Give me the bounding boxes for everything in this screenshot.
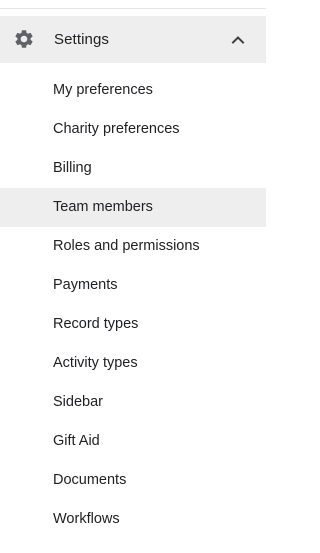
menu-item-billing[interactable]: Billing xyxy=(0,149,266,188)
chevron-up-icon[interactable] xyxy=(230,32,246,48)
menu-item-team-members[interactable]: Team members xyxy=(0,188,266,227)
menu-item-my-preferences[interactable]: My preferences xyxy=(0,71,266,110)
menu-item-record-types[interactable]: Record types xyxy=(0,305,266,344)
menu-item-workflows[interactable]: Workflows xyxy=(0,500,266,539)
gear-icon xyxy=(13,28,35,50)
section-title: Settings xyxy=(54,31,109,48)
menu-item-gift-aid[interactable]: Gift Aid xyxy=(0,422,266,461)
menu-item-activity-types[interactable]: Activity types xyxy=(0,344,266,383)
top-divider xyxy=(0,8,266,9)
settings-section-header[interactable]: Settings xyxy=(0,16,266,63)
menu-item-sidebar[interactable]: Sidebar xyxy=(0,383,266,422)
menu-item-charity-preferences[interactable]: Charity preferences xyxy=(0,110,266,149)
menu-item-documents[interactable]: Documents xyxy=(0,461,266,500)
settings-menu: My preferences Charity preferences Billi… xyxy=(0,71,266,539)
menu-item-roles-and-permissions[interactable]: Roles and permissions xyxy=(0,227,266,266)
menu-item-payments[interactable]: Payments xyxy=(0,266,266,305)
